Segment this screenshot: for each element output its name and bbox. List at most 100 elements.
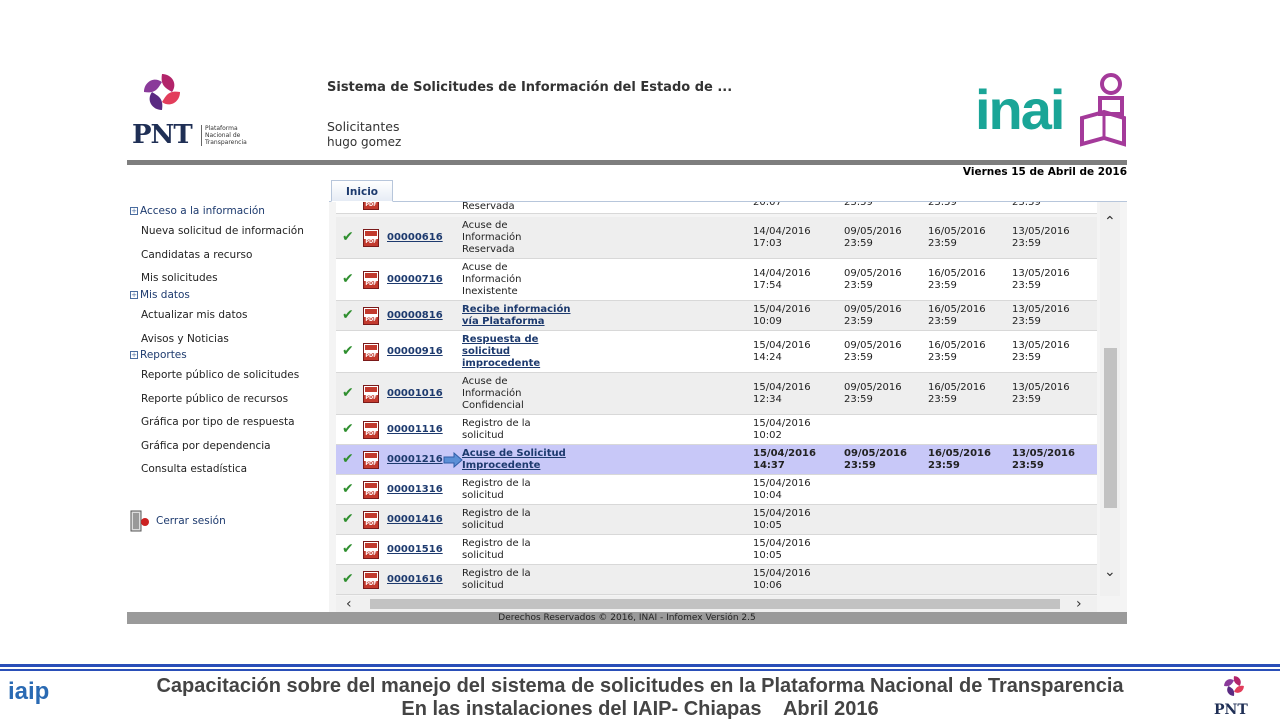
- pdf-icon[interactable]: PDF: [363, 481, 379, 499]
- folio-link[interactable]: 00001516: [387, 544, 443, 556]
- sidebar-item-grafica-respuesta[interactable]: Gráfica por tipo de respuesta: [141, 416, 295, 428]
- table-row[interactable]: ✔ PDF 00001016 Acuse de Información Confidenc…: [336, 373, 1097, 415]
- date-cell: 14/04/2016 17:03: [753, 226, 811, 249]
- table-row[interactable]: ✔ PDF 00001216 Acuse de Solicitud Improceden…: [336, 445, 1097, 475]
- scroll-down-icon[interactable]: ⌄: [1104, 564, 1116, 580]
- status-description: Reservada: [462, 202, 515, 212]
- pdf-icon[interactable]: PDF: [363, 229, 379, 247]
- sidebar-item-nueva-solicitud[interactable]: Nueva solicitud de información: [141, 225, 304, 237]
- sidebar-section-mis-datos[interactable]: + Mis datos: [130, 289, 190, 301]
- table-row[interactable]: PDF Reservada 20:07 23:59 23:59 23:59: [336, 202, 1097, 214]
- date-cell: 15/04/2016 10:05: [753, 508, 811, 531]
- date-cell: 16/05/2016 23:59: [928, 226, 986, 249]
- date-cell: 15/04/2016 10:06: [753, 568, 811, 591]
- current-date: Viernes 15 de Abril de 2016: [962, 166, 1127, 178]
- folio-link[interactable]: 00000816: [387, 310, 443, 322]
- status-description[interactable]: Respuesta de solicitud improcedente: [462, 334, 582, 370]
- tab-strip: Inicio: [329, 180, 1127, 202]
- date-cell: 20:07: [753, 202, 782, 208]
- scroll-up-icon[interactable]: ⌃: [1104, 214, 1116, 230]
- inai-logo-text: inai: [975, 78, 1065, 141]
- folio-link[interactable]: 00000616: [387, 232, 443, 244]
- slide-caption-line1: Capacitación sobre del manejo del sistem…: [156, 675, 1124, 697]
- sidebar-item-candidatas[interactable]: Candidatas a recurso: [141, 249, 252, 261]
- folio-link[interactable]: 00001016: [387, 388, 443, 400]
- pdf-icon[interactable]: PDF: [363, 541, 379, 559]
- table-row[interactable]: ✔ PDF 00001616 Registro de la solicitud 15/04…: [336, 565, 1097, 595]
- table-row[interactable]: ✔ PDF 00001316 Registro de la solicitud 15/04…: [336, 475, 1097, 505]
- folio-link[interactable]: 00001116: [387, 424, 443, 436]
- sidebar-section-acceso[interactable]: + Acceso a la información: [130, 205, 265, 217]
- pdf-icon[interactable]: PDF: [363, 571, 379, 589]
- sidebar-item-mis-solicitudes[interactable]: Mis solicitudes: [141, 272, 218, 284]
- date-cell: 16/05/2016 23:59: [928, 268, 986, 291]
- date-cell: 13/05/2016 23:59: [1012, 340, 1070, 363]
- date-cell: 09/05/2016 23:59: [844, 382, 902, 405]
- status-description[interactable]: Acuse de Solicitud Improcedente: [462, 448, 582, 472]
- date-cell: 15/04/2016 12:34: [753, 382, 811, 405]
- sidebar-section-reportes[interactable]: + Reportes: [130, 349, 187, 361]
- status-description: Registro de la solicitud: [462, 478, 531, 501]
- pdf-icon[interactable]: PDF: [363, 202, 379, 210]
- date-cell: 15/04/2016 10:02: [753, 418, 811, 441]
- main-content: PDF Reservada 20:07 23:59 23:59 23:59 ✔ PDF 0000…: [329, 202, 1127, 612]
- sidebar-item-avisos[interactable]: Avisos y Noticias: [141, 333, 229, 345]
- table-row[interactable]: ✔ PDF 00000916 Respuesta de solicitud improce…: [336, 331, 1097, 373]
- scroll-left-icon[interactable]: ‹: [346, 596, 352, 612]
- pdf-icon[interactable]: PDF: [363, 271, 379, 289]
- table-row[interactable]: ✔ PDF 00000816 Recibe información vía Plataf…: [336, 301, 1097, 331]
- sidebar-item-reporte-recursos[interactable]: Reporte público de recursos: [141, 393, 288, 405]
- check-icon: ✔: [342, 421, 354, 437]
- table-row[interactable]: ✔ PDF 00001416 Registro de la solicitud 15/04…: [336, 505, 1097, 535]
- arrow-right-icon: [443, 452, 463, 468]
- date-cell: 15/04/2016 10:05: [753, 538, 811, 561]
- folio-link[interactable]: 00000916: [387, 346, 443, 358]
- table-row[interactable]: ✔ PDF 00001516 Registro de la solicitud 15/04…: [336, 535, 1097, 565]
- pdf-icon[interactable]: PDF: [363, 385, 379, 403]
- date-cell: 16/05/2016 23:59: [928, 340, 986, 363]
- date-cell: 09/05/2016 23:59: [844, 340, 902, 363]
- date-cell: 15/04/2016 10:04: [753, 478, 811, 501]
- pdf-icon[interactable]: PDF: [363, 511, 379, 529]
- horizontal-scrollbar[interactable]: ‹ ›: [336, 596, 1097, 612]
- sidebar-item-actualizar-datos[interactable]: Actualizar mis datos: [141, 309, 247, 321]
- vertical-scroll-thumb[interactable]: [1104, 348, 1117, 508]
- scroll-right-icon[interactable]: ›: [1076, 596, 1082, 612]
- expand-icon: +: [130, 291, 138, 299]
- sidebar-item-grafica-dependencia[interactable]: Gráfica por dependencia: [141, 440, 271, 452]
- date-cell: 16/05/2016 23:59: [928, 304, 986, 327]
- expand-icon: +: [130, 207, 138, 215]
- status-description: Acuse de Información Confidencial: [462, 376, 524, 411]
- logout-icon: [130, 510, 149, 532]
- pdf-icon[interactable]: PDF: [363, 343, 379, 361]
- horizontal-scroll-thumb[interactable]: [370, 599, 1060, 609]
- check-icon: ✔: [342, 307, 354, 323]
- sidebar-item-reporte-solicitudes[interactable]: Reporte público de solicitudes: [141, 369, 299, 381]
- table-row[interactable]: ✔ PDF 00000616 Acuse de Información Reservada…: [336, 217, 1097, 259]
- date-cell: 09/05/2016 23:59: [844, 304, 902, 327]
- check-icon: ✔: [342, 481, 354, 497]
- status-description: Registro de la solicitud: [462, 538, 531, 561]
- table-row[interactable]: ✔ PDF 00001116 Registro de la solicitud 15/04…: [336, 415, 1097, 445]
- folio-link[interactable]: 00000716: [387, 274, 443, 286]
- folio-link[interactable]: 00001416: [387, 514, 443, 526]
- app-title: Sistema de Solicitudes de Información de…: [327, 80, 733, 95]
- logout-button[interactable]: Cerrar sesión: [130, 510, 226, 532]
- sidebar-item-consulta-estadistica[interactable]: Consulta estadística: [141, 463, 247, 475]
- folio-link[interactable]: 00001316: [387, 484, 443, 496]
- pnt-logo-text: PNT: [132, 120, 193, 150]
- date-cell: 13/05/2016 23:59: [1012, 226, 1070, 249]
- check-icon: ✔: [342, 541, 354, 557]
- pdf-icon[interactable]: PDF: [363, 421, 379, 439]
- expand-icon: +: [130, 351, 138, 359]
- folio-link[interactable]: 00001616: [387, 574, 443, 586]
- folio-link[interactable]: 00001216: [387, 454, 443, 466]
- slide-caption-line2: En las instalaciones del IAIP- Chiapas A…: [401, 698, 879, 720]
- pdf-icon[interactable]: PDF: [363, 451, 379, 469]
- table-row[interactable]: ✔ PDF 00000716 Acuse de Información Inexisten…: [336, 259, 1097, 301]
- pdf-icon[interactable]: PDF: [363, 307, 379, 325]
- status-description[interactable]: Recibe información vía Plataforma: [462, 304, 582, 328]
- tab-inicio[interactable]: Inicio: [331, 180, 393, 202]
- date-cell: 09/05/2016 23:59: [844, 226, 902, 249]
- date-cell: 15/04/2016 14:24: [753, 340, 811, 363]
